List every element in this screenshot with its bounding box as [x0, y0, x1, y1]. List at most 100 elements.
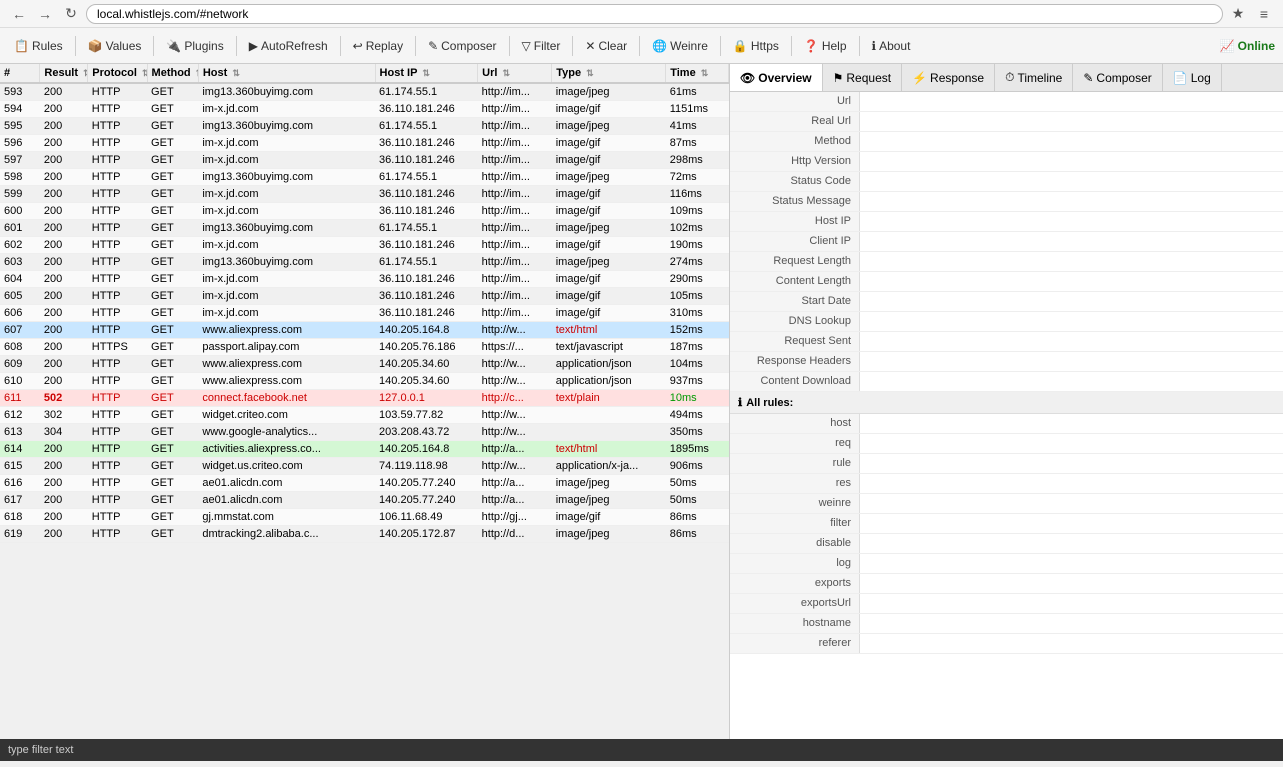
response-tab-label: Response	[930, 71, 984, 85]
col-header-hostip[interactable]: Host IP ⇅	[375, 64, 478, 83]
values-button[interactable]: 📦 Values	[82, 37, 148, 55]
overview-content[interactable]: Url Real Url Method Http Version Status …	[730, 92, 1283, 739]
tab-response[interactable]: ⚡ Response	[902, 64, 995, 91]
col-header-host[interactable]: Host ⇅	[198, 64, 375, 83]
autorefresh-button[interactable]: ▶ AutoRefresh	[243, 37, 334, 55]
tab-request[interactable]: ⚑ Request	[823, 64, 902, 91]
table-row[interactable]: 602 200 HTTP GET im-x.jd.com 36.110.181.…	[0, 237, 729, 254]
table-row[interactable]: 598 200 HTTP GET img13.360buyimg.com 61.…	[0, 169, 729, 186]
cell-url: http://im...	[478, 118, 552, 135]
cell-type: image/gif	[552, 186, 666, 203]
table-row[interactable]: 597 200 HTTP GET im-x.jd.com 36.110.181.…	[0, 152, 729, 169]
cell-time: 298ms	[666, 152, 729, 169]
rules-value	[860, 534, 1283, 553]
cell-host: img13.360buyimg.com	[198, 254, 375, 271]
rules-label: res	[730, 474, 860, 493]
table-row[interactable]: 619 200 HTTP GET dmtracking2.alibaba.c..…	[0, 526, 729, 543]
cell-result: 200	[40, 152, 88, 169]
table-row[interactable]: 611 502 HTTP GET connect.facebook.net 12…	[0, 390, 729, 407]
table-row[interactable]: 614 200 HTTP GET activities.aliexpress.c…	[0, 441, 729, 458]
cell-time: 86ms	[666, 509, 729, 526]
tab-timeline[interactable]: ⏱ Timeline	[995, 64, 1073, 91]
weinre-button[interactable]: 🌐 Weinre	[646, 37, 714, 55]
overview-value	[860, 252, 1283, 271]
rules-row: rule	[730, 454, 1283, 474]
overview-row: Response Headers	[730, 352, 1283, 372]
cell-hostip: 140.205.164.8	[375, 322, 478, 339]
cell-time: 310ms	[666, 305, 729, 322]
url-input[interactable]	[86, 4, 1223, 24]
table-container[interactable]: # Result ⇅ Protocol ⇅ Method ⇅ Host ⇅ Ho…	[0, 64, 729, 739]
table-row[interactable]: 605 200 HTTP GET im-x.jd.com 36.110.181.…	[0, 288, 729, 305]
cell-num: 604	[0, 271, 40, 288]
col-header-result[interactable]: Result ⇅	[40, 64, 88, 83]
cell-time: 190ms	[666, 237, 729, 254]
table-row[interactable]: 600 200 HTTP GET im-x.jd.com 36.110.181.…	[0, 203, 729, 220]
values-label: Values	[106, 39, 142, 53]
cell-host: img13.360buyimg.com	[198, 83, 375, 101]
col-header-num[interactable]: #	[0, 64, 40, 83]
overview-row: Client IP	[730, 232, 1283, 252]
table-row[interactable]: 609 200 HTTP GET www.aliexpress.com 140.…	[0, 356, 729, 373]
table-row[interactable]: 603 200 HTTP GET img13.360buyimg.com 61.…	[0, 254, 729, 271]
reload-button[interactable]: ↻	[60, 3, 82, 25]
table-row[interactable]: 612 302 HTTP GET widget.criteo.com 103.5…	[0, 407, 729, 424]
table-row[interactable]: 601 200 HTTP GET img13.360buyimg.com 61.…	[0, 220, 729, 237]
clear-button[interactable]: ✕ Clear	[579, 37, 633, 55]
back-button[interactable]: ←	[8, 3, 30, 25]
table-row[interactable]: 606 200 HTTP GET im-x.jd.com 36.110.181.…	[0, 305, 729, 322]
table-row[interactable]: 613 304 HTTP GET www.google-analytics...…	[0, 424, 729, 441]
tab-overview[interactable]: 👁 Overview	[730, 64, 823, 91]
tab-composer[interactable]: ✎ Composer	[1073, 64, 1162, 91]
cell-time: 152ms	[666, 322, 729, 339]
cell-num: 613	[0, 424, 40, 441]
help-button[interactable]: ❓ Help	[798, 37, 853, 55]
status-text: type filter text	[8, 744, 73, 756]
col-header-time[interactable]: Time ⇅	[666, 64, 729, 83]
table-row[interactable]: 596 200 HTTP GET im-x.jd.com 36.110.181.…	[0, 135, 729, 152]
table-row[interactable]: 593 200 HTTP GET img13.360buyimg.com 61.…	[0, 83, 729, 101]
forward-button[interactable]: →	[34, 3, 56, 25]
composer-button[interactable]: ✎ Composer	[422, 37, 502, 55]
cell-host: im-x.jd.com	[198, 152, 375, 169]
table-row[interactable]: 595 200 HTTP GET img13.360buyimg.com 61.…	[0, 118, 729, 135]
col-header-type[interactable]: Type ⇅	[552, 64, 666, 83]
cell-url: http://im...	[478, 152, 552, 169]
rules-row: filter	[730, 514, 1283, 534]
cell-method: GET	[147, 475, 198, 492]
overview-label: Start Date	[730, 292, 860, 311]
col-header-method[interactable]: Method ⇅	[147, 64, 198, 83]
cell-protocol: HTTP	[88, 118, 147, 135]
filter-button[interactable]: ▽ Filter	[516, 37, 567, 55]
overview-row: Content Length	[730, 272, 1283, 292]
plugins-button[interactable]: 🔌 Plugins	[160, 37, 229, 55]
rules-button[interactable]: 📋 Rules	[8, 37, 69, 55]
table-row[interactable]: 618 200 HTTP GET gj.mmstat.com 106.11.68…	[0, 509, 729, 526]
table-row[interactable]: 617 200 HTTP GET ae01.alicdn.com 140.205…	[0, 492, 729, 509]
table-row[interactable]: 610 200 HTTP GET www.aliexpress.com 140.…	[0, 373, 729, 390]
about-button[interactable]: ℹ About	[866, 37, 917, 55]
table-row[interactable]: 616 200 HTTP GET ae01.alicdn.com 140.205…	[0, 475, 729, 492]
table-row[interactable]: 599 200 HTTP GET im-x.jd.com 36.110.181.…	[0, 186, 729, 203]
rules-value	[860, 474, 1283, 493]
table-row[interactable]: 615 200 HTTP GET widget.us.criteo.com 74…	[0, 458, 729, 475]
star-button[interactable]: ★	[1227, 3, 1249, 25]
cell-url: http://im...	[478, 220, 552, 237]
right-panel: 👁 Overview ⚑ Request ⚡ Response ⏱ Timeli…	[730, 64, 1283, 739]
https-button[interactable]: 🔒 Https	[727, 37, 785, 55]
table-row[interactable]: 608 200 HTTPS GET passport.alipay.com 14…	[0, 339, 729, 356]
rules-value	[860, 454, 1283, 473]
rules-label: disable	[730, 534, 860, 553]
tab-log[interactable]: 📄 Log	[1163, 64, 1222, 91]
menu-button[interactable]: ≡	[1253, 3, 1275, 25]
col-header-url[interactable]: Url ⇅	[478, 64, 552, 83]
table-row[interactable]: 607 200 HTTP GET www.aliexpress.com 140.…	[0, 322, 729, 339]
cell-num: 595	[0, 118, 40, 135]
cell-protocol: HTTP	[88, 441, 147, 458]
table-row[interactable]: 604 200 HTTP GET im-x.jd.com 36.110.181.…	[0, 271, 729, 288]
replay-button[interactable]: ↩ Replay	[347, 37, 409, 55]
cell-result: 200	[40, 186, 88, 203]
col-header-protocol[interactable]: Protocol ⇅	[88, 64, 147, 83]
table-row[interactable]: 594 200 HTTP GET im-x.jd.com 36.110.181.…	[0, 101, 729, 118]
cell-url: http://im...	[478, 169, 552, 186]
